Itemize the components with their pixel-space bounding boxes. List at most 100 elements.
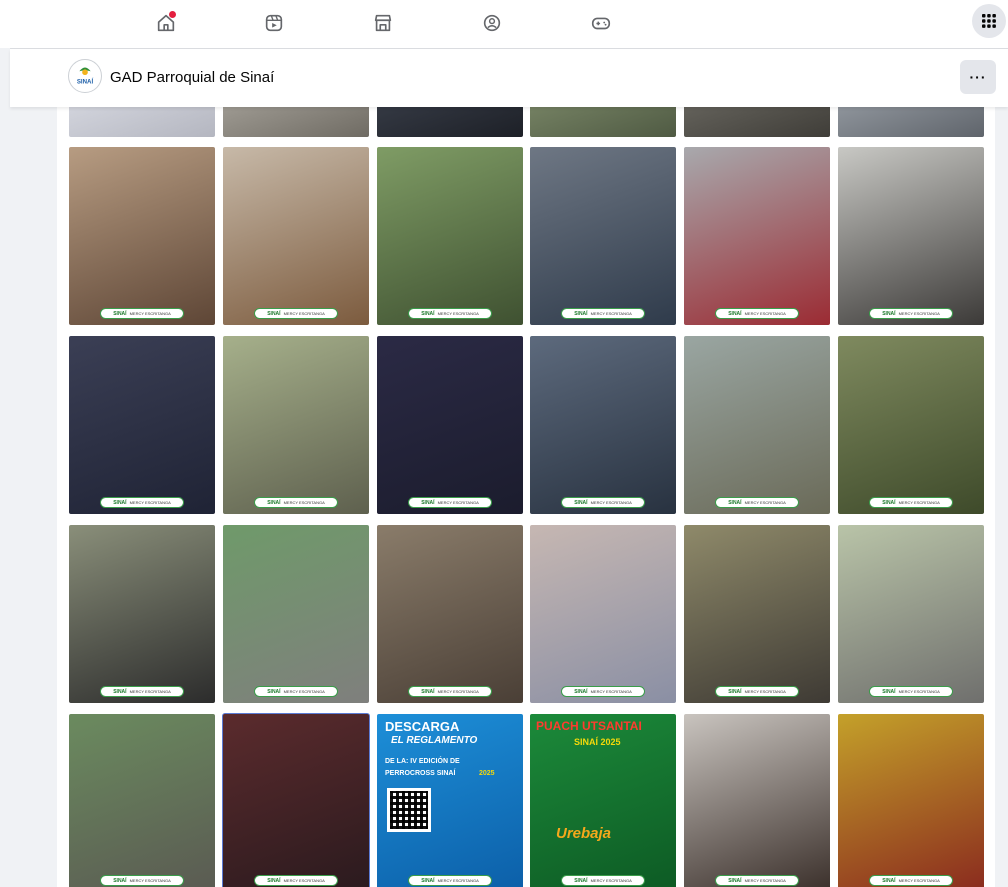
photo-tile[interactable]: SINAÍ MERCY ESCRITANGA [530,525,676,703]
top-navigation-bar [0,0,1008,48]
sponsor-text: MERCY ESCRITANGA [590,311,632,316]
photo-tile[interactable]: SINAÍ MERCY ESCRITANGA [223,147,369,325]
photo-image [684,147,830,325]
photo-image [223,525,369,703]
sponsor-text: MERCY ESCRITANGA [898,878,940,883]
sponsor-badge: SINAÍ MERCY ESCRITANGA [561,497,645,508]
marketplace-icon [374,14,392,32]
sponsor-text: MERCY ESCRITANGA [129,689,171,694]
poster-title: PUACH UTSANTAI [536,719,642,733]
sponsor-brand: SINAÍ [267,310,281,317]
sponsor-badge: SINAÍ MERCY ESCRITANGA [869,308,953,319]
poster-title: DESCARGA [385,719,460,734]
sponsor-text: MERCY ESCRITANGA [744,878,786,883]
sponsor-text: MERCY ESCRITANGA [744,500,786,505]
page-header: SINAÍ GAD Parroquial de Sinaí ··· [10,49,1008,107]
sinai-logo: SINAÍ [69,60,101,92]
page-title[interactable]: GAD Parroquial de Sinaí [110,69,274,86]
photo-tile[interactable]: SINAÍ MERCY ESCRITANGA [69,714,215,887]
photo-tile[interactable]: SINAÍ MERCY ESCRITANGA [69,336,215,514]
sponsor-badge: SINAÍ MERCY ESCRITANGA [715,875,799,886]
photo-tile[interactable]: SINAÍ MERCY ESCRITANGA [838,525,984,703]
page-avatar[interactable]: SINAÍ [68,59,102,93]
sponsor-badge: SINAÍ MERCY ESCRITANGA [561,308,645,319]
photo-tile[interactable]: SINAÍ MERCY ESCRITANGA [684,714,830,887]
photo-image [838,336,984,514]
photo-tile[interactable]: SINAÍ MERCY ESCRITANGA [838,147,984,325]
sponsor-brand: SINAÍ [113,499,127,506]
photo-image [530,336,676,514]
photo-tile[interactable]: SINAÍ MERCY ESCRITANGA [223,525,369,703]
sponsor-brand: SINAÍ [882,688,896,695]
sponsor-text: MERCY ESCRITANGA [898,500,940,505]
photo-tile[interactable]: SINAÍ MERCY ESCRITANGA [530,147,676,325]
sponsor-badge: SINAÍ MERCY ESCRITANGA [254,686,338,697]
sponsor-brand: SINAÍ [574,310,588,317]
sponsor-badge: SINAÍ MERCY ESCRITANGA [869,875,953,886]
sponsor-brand: SINAÍ [421,310,435,317]
sponsor-badge: SINAÍ MERCY ESCRITANGA [408,875,492,886]
photo-tile[interactable]: SINAÍ MERCY ESCRITANGA [223,336,369,514]
sponsor-text: MERCY ESCRITANGA [129,500,171,505]
photo-tile[interactable]: SINAÍ MERCY ESCRITANGA [377,336,523,514]
sponsor-badge: SINAÍ MERCY ESCRITANGA [715,308,799,319]
sponsor-text: MERCY ESCRITANGA [129,311,171,316]
photo-tile[interactable]: SINAÍ MERCY ESCRITANGA [684,525,830,703]
photo-tile[interactable]: SINAÍ MERCY ESCRITANGA [69,525,215,703]
photo-image [69,525,215,703]
photo-tile[interactable]: SINAÍ MERCY ESCRITANGA [838,714,984,887]
photo-tile[interactable]: PUACH UTSANTAI SINAÍ 2025 Urebaja SINAÍ MERC… [530,714,676,887]
photo-tile[interactable]: SINAÍ MERCY ESCRITANGA [838,336,984,514]
photo-tile[interactable]: SINAÍ MERCY ESCRITANGA [377,147,523,325]
sponsor-badge: SINAÍ MERCY ESCRITANGA [408,686,492,697]
photo-image [530,147,676,325]
sponsor-text: MERCY ESCRITANGA [283,878,325,883]
photo-tile[interactable]: SINAÍ MERCY ESCRITANGA [222,713,370,887]
sponsor-brand: SINAÍ [113,310,127,317]
sponsor-badge: SINAÍ MERCY ESCRITANGA [561,686,645,697]
photo-image [69,336,215,514]
photo-image [69,714,215,887]
video-icon [265,14,283,32]
sponsor-text: MERCY ESCRITANGA [129,878,171,883]
home-tab[interactable] [146,6,186,40]
photo-image [377,336,523,514]
sponsor-badge: SINAÍ MERCY ESCRITANGA [254,308,338,319]
photo-image [838,147,984,325]
menu-grid-icon [982,14,996,28]
more-options-button[interactable]: ··· [960,60,996,94]
sponsor-text: MERCY ESCRITANGA [437,689,479,694]
sponsor-badge: SINAÍ MERCY ESCRITANGA [100,686,184,697]
poster-subtitle: SINAÍ 2025 [574,737,621,747]
sponsor-text: MERCY ESCRITANGA [283,500,325,505]
photo-image [684,525,830,703]
sponsor-brand: SINAÍ [267,877,281,884]
sponsor-brand: SINAÍ [574,499,588,506]
sponsor-brand: SINAÍ [728,499,742,506]
sponsor-text: MERCY ESCRITANGA [283,689,325,694]
svg-text:SINAÍ: SINAÍ [77,78,94,86]
photo-tile[interactable]: DESCARGA EL REGLAMENTO DE LA: IV EDICIÓN D… [377,714,523,887]
sponsor-text: MERCY ESCRITANGA [744,689,786,694]
groups-icon [483,14,501,32]
menu-button[interactable] [972,4,1006,38]
sponsor-badge: SINAÍ MERCY ESCRITANGA [408,308,492,319]
marketplace-tab[interactable] [363,6,403,40]
groups-tab[interactable] [472,6,512,40]
poster-year: 2025 [479,770,495,777]
photo-tile[interactable]: SINAÍ MERCY ESCRITANGA [69,147,215,325]
sponsor-brand: SINAÍ [267,499,281,506]
video-tab[interactable] [254,6,294,40]
photo-tile[interactable]: SINAÍ MERCY ESCRITANGA [530,336,676,514]
sponsor-text: MERCY ESCRITANGA [437,878,479,883]
photo-tile[interactable]: SINAÍ MERCY ESCRITANGA [684,336,830,514]
photo-image [223,336,369,514]
gaming-tab[interactable] [581,6,621,40]
poster-edition: DE LA: IV EDICIÓN DE [385,758,460,765]
photo-tile[interactable]: SINAÍ MERCY ESCRITANGA [377,525,523,703]
sponsor-text: MERCY ESCRITANGA [590,878,632,883]
sponsor-brand: SINAÍ [728,877,742,884]
sponsor-text: MERCY ESCRITANGA [898,311,940,316]
photo-tile[interactable]: SINAÍ MERCY ESCRITANGA [684,147,830,325]
sponsor-brand: SINAÍ [728,688,742,695]
